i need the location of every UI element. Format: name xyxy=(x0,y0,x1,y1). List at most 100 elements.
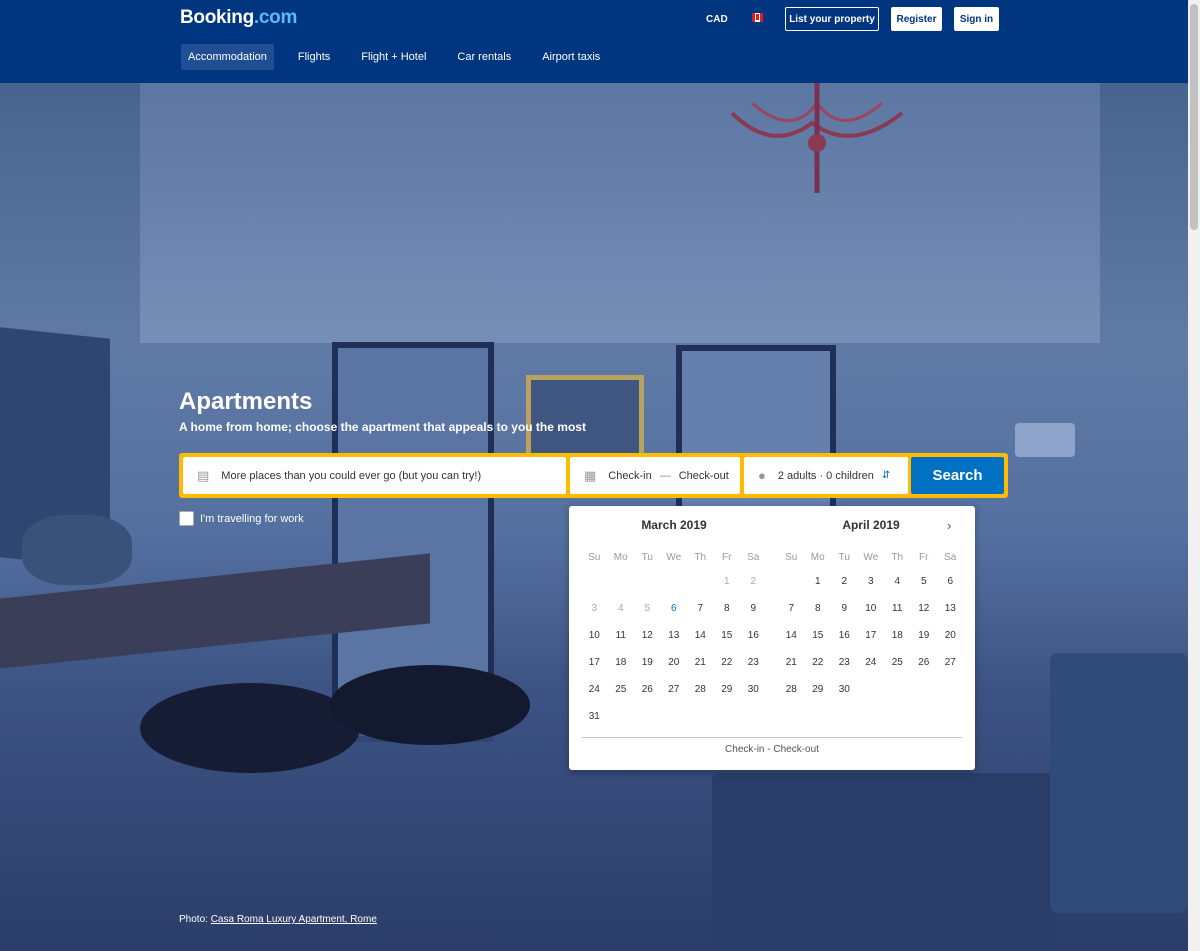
calendar-day[interactable]: 6 xyxy=(937,568,964,595)
calendar-day[interactable]: 18 xyxy=(884,622,911,649)
calendar-day[interactable]: 15 xyxy=(714,622,741,649)
list-property-button[interactable]: List your property xyxy=(785,7,879,31)
date-picker: March 2019 Su Mo Tu We Th Fr Sa 1 2 3 4 5 6 7 8 9 10 11 12… xyxy=(569,506,975,770)
destination-field[interactable]: ▤ More places than you could ever go (bu… xyxy=(183,457,566,494)
calendar-day[interactable]: 12 xyxy=(911,595,938,622)
calendar-day[interactable]: 11 xyxy=(608,622,635,649)
work-travel-label: I'm travelling for work xyxy=(200,512,304,525)
nav-airport-taxis[interactable]: Airport taxis xyxy=(535,44,607,70)
calendar-day[interactable]: 20 xyxy=(937,622,964,649)
calendar-day[interactable]: 30 xyxy=(740,676,767,703)
calendar-day[interactable]: 8 xyxy=(805,595,832,622)
hero-plant xyxy=(22,515,132,585)
calendar-day[interactable]: 3 xyxy=(858,568,885,595)
calendar-day[interactable]: 23 xyxy=(831,649,858,676)
calendar-day: 4 xyxy=(617,603,624,614)
sign-in-button[interactable]: Sign in xyxy=(954,7,999,31)
work-travel-option[interactable]: I'm travelling for work xyxy=(179,511,304,526)
search-button[interactable]: Search xyxy=(911,457,1004,494)
scrollbar-thumb[interactable] xyxy=(1190,4,1198,230)
calendar-day[interactable]: 24 xyxy=(581,676,608,703)
calendar-day[interactable]: 9 xyxy=(740,595,767,622)
calendar-grid: Su Mo Tu We Th Fr Sa 1 2 3 4 5 6 7 8 9 10 11 12 13 14 15 16 17 1… xyxy=(581,546,767,730)
empty-day xyxy=(581,568,608,595)
calendar-day[interactable]: 17 xyxy=(858,622,885,649)
calendar-day[interactable]: 22 xyxy=(714,649,741,676)
calendar-icon: ▦ xyxy=(584,467,597,483)
calendar-day[interactable]: 26 xyxy=(634,676,661,703)
calendar-day[interactable]: 6 xyxy=(661,595,688,622)
calendar-day[interactable]: 25 xyxy=(884,649,911,676)
calendar-day[interactable]: 29 xyxy=(714,676,741,703)
calendar-day[interactable]: 14 xyxy=(687,622,714,649)
weekday-label: Fr xyxy=(722,551,732,563)
logo-main: Booking xyxy=(180,7,254,28)
calendar-day[interactable]: 5 xyxy=(911,568,938,595)
month-title: April 2019 xyxy=(842,518,900,532)
date-field[interactable]: ▦ Check-in — Check-out xyxy=(570,457,740,494)
calendar-day[interactable]: 29 xyxy=(805,676,832,703)
calendar-day[interactable]: 16 xyxy=(740,622,767,649)
calendar-day[interactable]: 9 xyxy=(831,595,858,622)
page-scrollbar[interactable] xyxy=(1188,0,1200,951)
calendar-day[interactable]: 23 xyxy=(740,649,767,676)
calendar-day[interactable]: 13 xyxy=(661,622,688,649)
calendar-day[interactable]: 15 xyxy=(805,622,832,649)
bed-icon: ▤ xyxy=(197,467,210,483)
calendar-day[interactable]: 28 xyxy=(687,676,714,703)
calendar-day[interactable]: 24 xyxy=(858,649,885,676)
calendar-day[interactable]: 10 xyxy=(581,622,608,649)
nav-car-rentals[interactable]: Car rentals xyxy=(450,44,518,70)
weekday-label: Th xyxy=(891,551,904,563)
weekday-label: Sa xyxy=(747,551,760,563)
calendar-day[interactable]: 31 xyxy=(581,703,608,730)
calendar-day[interactable]: 12 xyxy=(634,622,661,649)
calendar-day[interactable]: 26 xyxy=(911,649,938,676)
month-title: March 2019 xyxy=(641,518,707,532)
calendar-day[interactable]: 17 xyxy=(581,649,608,676)
checkin-label: Check-in xyxy=(608,469,652,482)
nav-accommodation[interactable]: Accommodation xyxy=(181,44,274,70)
weekday-label: Mo xyxy=(613,551,628,563)
calendar-day[interactable]: 27 xyxy=(937,649,964,676)
next-month-icon[interactable]: › xyxy=(947,518,951,533)
calendar-day[interactable]: 21 xyxy=(778,649,805,676)
work-travel-checkbox[interactable] xyxy=(179,511,194,526)
calendar-day[interactable]: 30 xyxy=(831,676,858,703)
page-title: Apartments xyxy=(179,388,313,415)
calendar-day[interactable]: 14 xyxy=(778,622,805,649)
calendar-day[interactable]: 7 xyxy=(778,595,805,622)
weekday-label: Sa xyxy=(944,551,957,563)
guests-field[interactable]: ● 2 adults · 0 children ⇵ xyxy=(744,457,908,494)
calendar-day[interactable]: 8 xyxy=(714,595,741,622)
calendar-day[interactable]: 20 xyxy=(661,649,688,676)
calendar-day[interactable]: 28 xyxy=(778,676,805,703)
booking-logo[interactable]: Booking.com xyxy=(180,7,297,29)
nav-flights[interactable]: Flights xyxy=(291,44,337,70)
calendar-day[interactable]: 7 xyxy=(687,595,714,622)
calendar-day[interactable]: 11 xyxy=(884,595,911,622)
main-nav: Accommodation Flights Flight + Hotel Car… xyxy=(181,44,624,70)
calendar-day[interactable]: 25 xyxy=(608,676,635,703)
photo-credit-link[interactable]: Casa Roma Luxury Apartment, Rome xyxy=(211,914,377,925)
calendar-day[interactable]: 21 xyxy=(687,649,714,676)
calendar-day[interactable]: 27 xyxy=(661,676,688,703)
checkout-label: Check-out xyxy=(678,469,729,482)
calendar-day[interactable]: 19 xyxy=(911,622,938,649)
canada-flag-icon[interactable] xyxy=(752,13,763,22)
nav-flight-hotel[interactable]: Flight + Hotel xyxy=(354,44,433,70)
register-button[interactable]: Register xyxy=(891,7,942,31)
currency-selector[interactable]: CAD xyxy=(706,14,728,25)
empty-day xyxy=(661,568,688,595)
calendar-day[interactable]: 16 xyxy=(831,622,858,649)
calendar-day[interactable]: 22 xyxy=(805,649,832,676)
calendar-day[interactable]: 18 xyxy=(608,649,635,676)
weekday-label: Th xyxy=(694,551,707,563)
calendar-footer: Check-in - Check-out xyxy=(725,744,819,755)
calendar-day[interactable]: 13 xyxy=(937,595,964,622)
calendar-day[interactable]: 1 xyxy=(805,568,832,595)
calendar-day[interactable]: 2 xyxy=(831,568,858,595)
calendar-day[interactable]: 10 xyxy=(858,595,885,622)
calendar-day[interactable]: 19 xyxy=(634,649,661,676)
calendar-day[interactable]: 4 xyxy=(884,568,911,595)
